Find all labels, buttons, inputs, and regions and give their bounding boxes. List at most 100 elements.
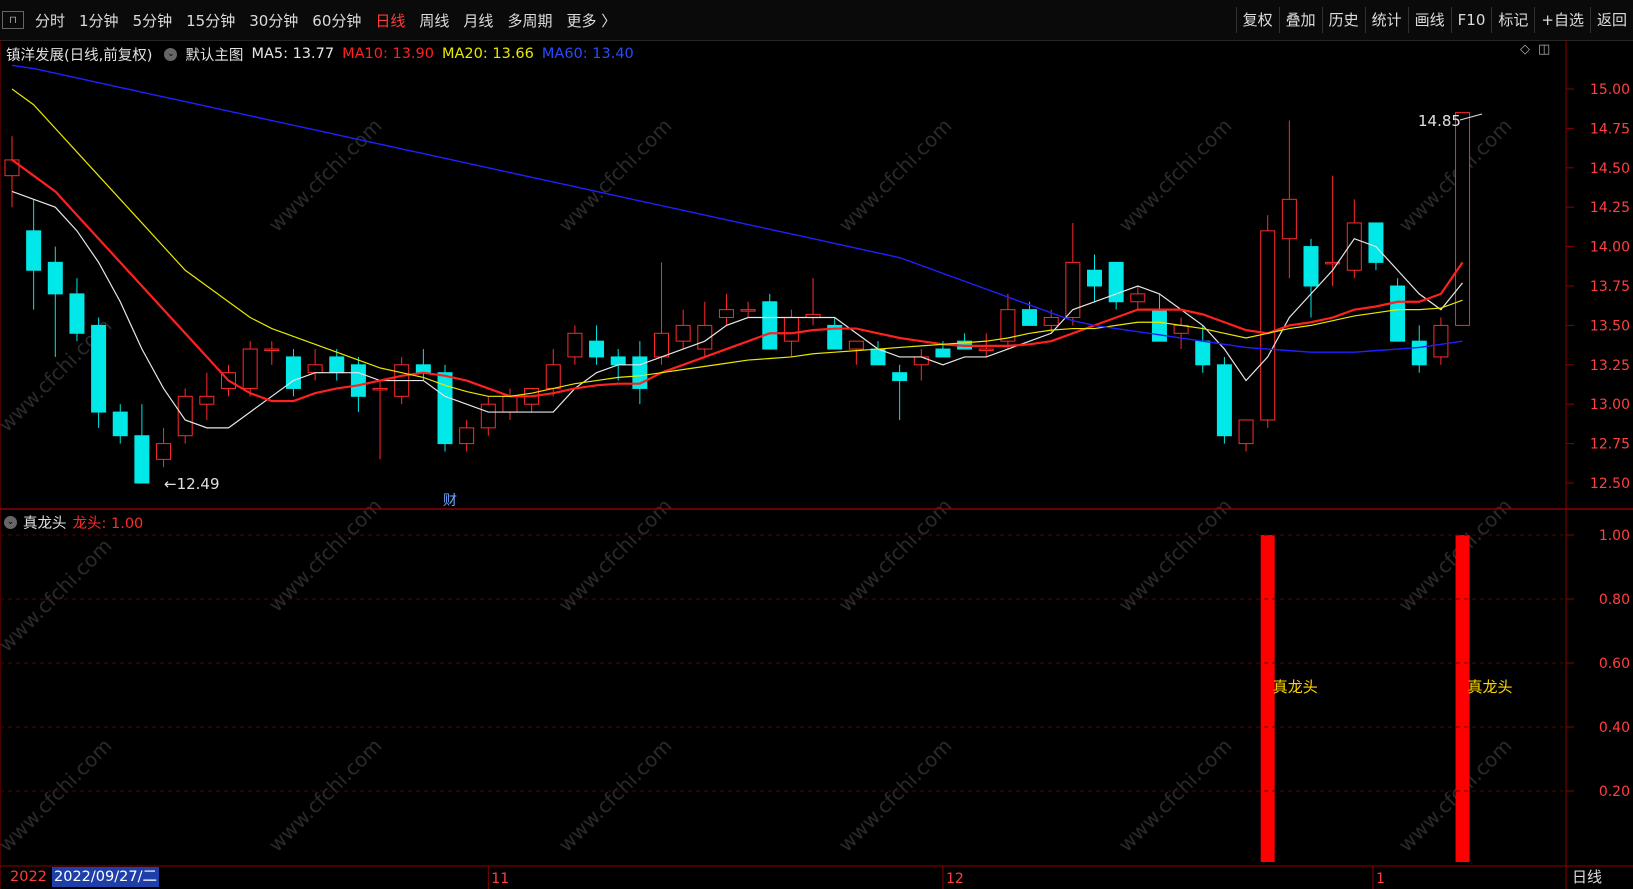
candle <box>394 356 410 405</box>
period-tabs: ⊓ 分时 1分钟 5分钟 15分钟 30分钟 60分钟 日线 周线 月线 多周期 更多 〉 <box>0 0 623 40</box>
sub-tick-label: 0.60 <box>1599 656 1630 672</box>
candle <box>1238 419 1254 452</box>
period-tag[interactable]: 日线 <box>1572 866 1602 887</box>
candle-body <box>1000 309 1016 342</box>
period-tab[interactable]: 1分钟 <box>72 10 126 31</box>
candle <box>567 325 583 365</box>
candle-body <box>1303 246 1319 287</box>
high-price-label: 14.85 <box>1418 112 1461 130</box>
price-tick-label: 13.50 <box>1590 318 1630 334</box>
candle <box>848 340 864 365</box>
ma-line-ma5 <box>11 190 1464 429</box>
candle <box>502 388 518 420</box>
period-tab[interactable]: 日线 <box>368 10 412 31</box>
period-tab[interactable]: 周线 <box>412 10 456 31</box>
diamond-icon[interactable]: ◇ <box>1520 42 1530 57</box>
candle-body <box>394 364 410 397</box>
tool-buttons: 复权 叠加 历史 统计 画线 F10 标记 +自选 返回 <box>1235 0 1633 40</box>
watermark: www.cfchi.com <box>834 494 957 617</box>
candle-body <box>329 356 345 374</box>
candle <box>1065 222 1081 326</box>
candle-body <box>1151 309 1167 342</box>
price-tick-label: 13.25 <box>1590 358 1630 374</box>
candle <box>1260 215 1276 428</box>
candle-body <box>264 348 280 352</box>
ma60-value: MA60: 13.40 <box>541 46 634 62</box>
chevron-down-icon[interactable]: ⌄ <box>4 515 17 529</box>
candle <box>740 301 756 318</box>
candle-body <box>610 356 626 366</box>
candle-body <box>1216 364 1232 437</box>
window-icon[interactable]: ⊓ <box>2 11 24 29</box>
candle-body <box>783 317 799 342</box>
candle <box>199 372 215 420</box>
candle <box>372 380 388 460</box>
period-tab[interactable]: 更多 〉 <box>559 10 623 31</box>
candle-body <box>632 356 648 389</box>
candle <box>654 262 669 365</box>
candle <box>545 349 561 397</box>
price-tick-label: 13.00 <box>1590 397 1630 413</box>
toolbar-button[interactable]: 叠加 <box>1278 7 1322 33</box>
price-tick-label: 15.00 <box>1590 82 1630 98</box>
toolbar-button[interactable]: +自选 <box>1534 7 1590 33</box>
watermark: www.cfchi.com <box>264 734 387 857</box>
toolbar-button[interactable]: 画线 <box>1407 7 1451 33</box>
template-name[interactable]: 默认主图 <box>185 44 243 65</box>
indicator-name[interactable]: 真龙头 <box>23 512 67 533</box>
candle <box>459 419 475 452</box>
main-chart-info: 镇洋发展(日线,前复权) ⌄ 默认主图 MA5: 13.77 MA10: 13.… <box>0 42 642 66</box>
price-tick-label: 13.75 <box>1590 279 1630 295</box>
candle <box>827 317 843 350</box>
price-tick-label: 14.25 <box>1590 200 1630 216</box>
signal-label: 真龙头 <box>1468 678 1513 696</box>
period-tab[interactable]: 5分钟 <box>126 10 180 31</box>
toolbar-button[interactable]: 统计 <box>1364 7 1408 33</box>
candle <box>1108 261 1124 310</box>
ma20-value: MA20: 13.66 <box>442 46 534 62</box>
toolbar-button[interactable]: F10 <box>1450 7 1492 33</box>
candle <box>1281 120 1297 279</box>
candle-body <box>480 403 496 429</box>
period-tab[interactable]: 60分钟 <box>305 10 368 31</box>
candle-body <box>675 324 691 342</box>
candle <box>892 364 908 420</box>
candle-body <box>459 427 475 445</box>
candle-body <box>762 301 778 350</box>
candle <box>935 341 951 358</box>
candle <box>47 246 63 357</box>
candle <box>307 349 323 381</box>
candle <box>1000 293 1016 350</box>
candle <box>480 396 496 436</box>
candle-body <box>1173 324 1189 334</box>
candle-body <box>1368 222 1384 263</box>
chevron-down-icon[interactable]: ⌄ <box>164 47 178 61</box>
candle-body <box>415 364 431 374</box>
candle-body <box>805 313 821 319</box>
candle-body <box>1260 230 1276 421</box>
kline-chart[interactable]: www.cfchi.com www.cfchi.com www.cfchi.com w… <box>0 0 1633 889</box>
price-tick-label: 12.50 <box>1590 476 1630 492</box>
period-tab[interactable]: 分时 <box>28 10 72 31</box>
candle-body <box>285 356 301 389</box>
candle <box>978 333 994 357</box>
period-tab[interactable]: 多周期 <box>500 10 559 31</box>
candle <box>4 136 20 208</box>
candle-body <box>112 411 128 437</box>
toolbar-button[interactable]: 历史 <box>1321 7 1365 33</box>
period-tab[interactable]: 月线 <box>456 10 500 31</box>
toolbar-button[interactable]: 复权 <box>1235 7 1279 33</box>
candle <box>134 404 150 484</box>
period-tab[interactable]: 30分钟 <box>242 10 305 31</box>
candle <box>91 317 107 428</box>
toolbar-button[interactable]: 标记 <box>1491 7 1534 33</box>
signal-label: 真龙头 <box>1273 678 1318 696</box>
toolbar-button[interactable]: 返回 <box>1589 7 1633 33</box>
candle <box>177 388 193 444</box>
stock-title[interactable]: 镇洋发展(日线,前复权) <box>6 44 152 65</box>
high-arrow <box>1459 113 1483 121</box>
candle <box>632 341 648 405</box>
watermark: www.cfchi.com <box>1394 734 1517 857</box>
panel-toggle-icon[interactable]: ◫ <box>1538 42 1550 57</box>
period-tab[interactable]: 15分钟 <box>179 10 242 31</box>
